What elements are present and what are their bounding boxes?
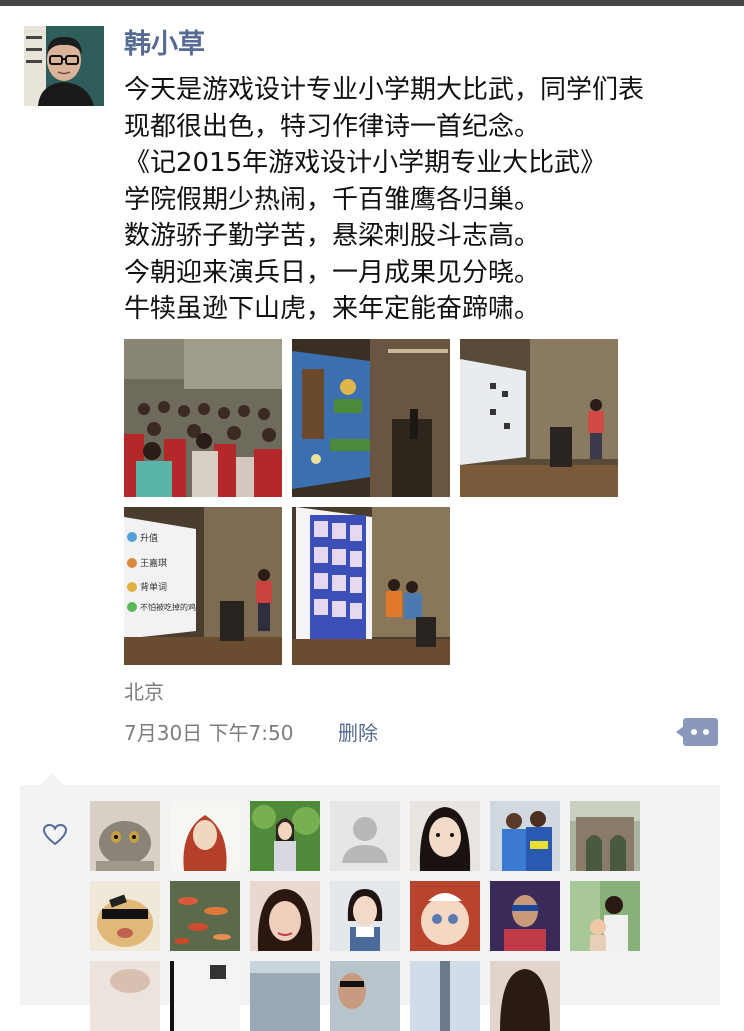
post-timestamp: 7月30日 下午7:50 — [124, 721, 294, 745]
post-line: 今天是游戏设计专业小学期大比武，同学们表 — [124, 75, 645, 105]
stone-arch-avatar[interactable] — [570, 801, 640, 871]
girl-portrait-avatar[interactable] — [250, 881, 320, 951]
mother-baby-avatar[interactable] — [570, 881, 640, 951]
slide-item-text: 背单词 — [140, 581, 167, 593]
post-line: 今朝迎来演兵日，一月成果见分晓。 — [124, 257, 541, 288]
koi-fish-avatar[interactable] — [170, 881, 240, 951]
heart-icon — [42, 822, 68, 848]
girl-selfie-avatar[interactable] — [410, 801, 480, 871]
comment-dots-icon — [676, 718, 718, 746]
post-line: 牛犊虽逊下山虎，来年定能奋蹄啸。 — [124, 294, 541, 324]
man-blue-shirt-avatar[interactable] — [490, 881, 560, 951]
default-avatar[interactable] — [330, 801, 400, 871]
presentation-stage-photo[interactable] — [460, 339, 618, 497]
likes-panel-arrow — [40, 773, 64, 785]
comment-button[interactable] — [676, 716, 718, 748]
post-line: 数游骄子勤学苦，悬梁刺股斗志高。 — [124, 221, 541, 251]
soccer-players-avatar[interactable] — [490, 801, 560, 871]
delete-button[interactable]: 删除 — [338, 718, 378, 748]
slide-item-text: 升值 — [140, 532, 158, 544]
slide-item-text: 王嘉琪 — [140, 557, 167, 569]
post-line: 学院假期少热闹，千百雏鹰各归巢。 — [124, 184, 541, 215]
partial-avatar-3[interactable] — [250, 961, 320, 1031]
post-line: 现都很出色，特习作律诗一首纪念。 — [124, 111, 541, 142]
baby-avatar[interactable] — [410, 881, 480, 951]
illustrated-girl-avatar[interactable] — [170, 801, 240, 871]
partial-avatar-2[interactable] — [170, 961, 240, 1031]
user-avatar[interactable] — [24, 26, 104, 106]
cool-cat-sunglasses-avatar[interactable] — [90, 881, 160, 951]
partial-avatar-5[interactable] — [410, 961, 480, 1031]
game-screen-platformer-photo[interactable] — [292, 339, 450, 497]
location-link[interactable]: 北京 — [124, 678, 164, 706]
partial-avatar-4[interactable] — [330, 961, 400, 1031]
auditorium-audience-photo[interactable] — [124, 339, 282, 497]
partial-avatar-6[interactable] — [490, 961, 560, 1031]
girl-overalls-avatar[interactable] — [330, 881, 400, 951]
partial-avatar-1[interactable] — [90, 961, 160, 1031]
character-grid-slide-photo[interactable] — [292, 507, 450, 665]
top-bar — [0, 0, 744, 6]
cat-avatar[interactable] — [90, 801, 160, 871]
post-line: 《记2015年游戏设计小学期专业大比武》 — [124, 148, 607, 178]
slide-list-presentation-photo[interactable]: 升值 王嘉琪 背单词 不怕被吃掉的鸡 — [124, 507, 282, 665]
slide-item-text: 不怕被吃掉的鸡 — [140, 602, 196, 612]
post-text: 今天是游戏设计专业小学期大比武，同学们表 现都很出色，特习作律诗一首纪念。 《记… — [124, 72, 734, 328]
girl-in-garden-avatar[interactable] — [250, 801, 320, 871]
username-link[interactable]: 韩小草 — [124, 26, 205, 64]
